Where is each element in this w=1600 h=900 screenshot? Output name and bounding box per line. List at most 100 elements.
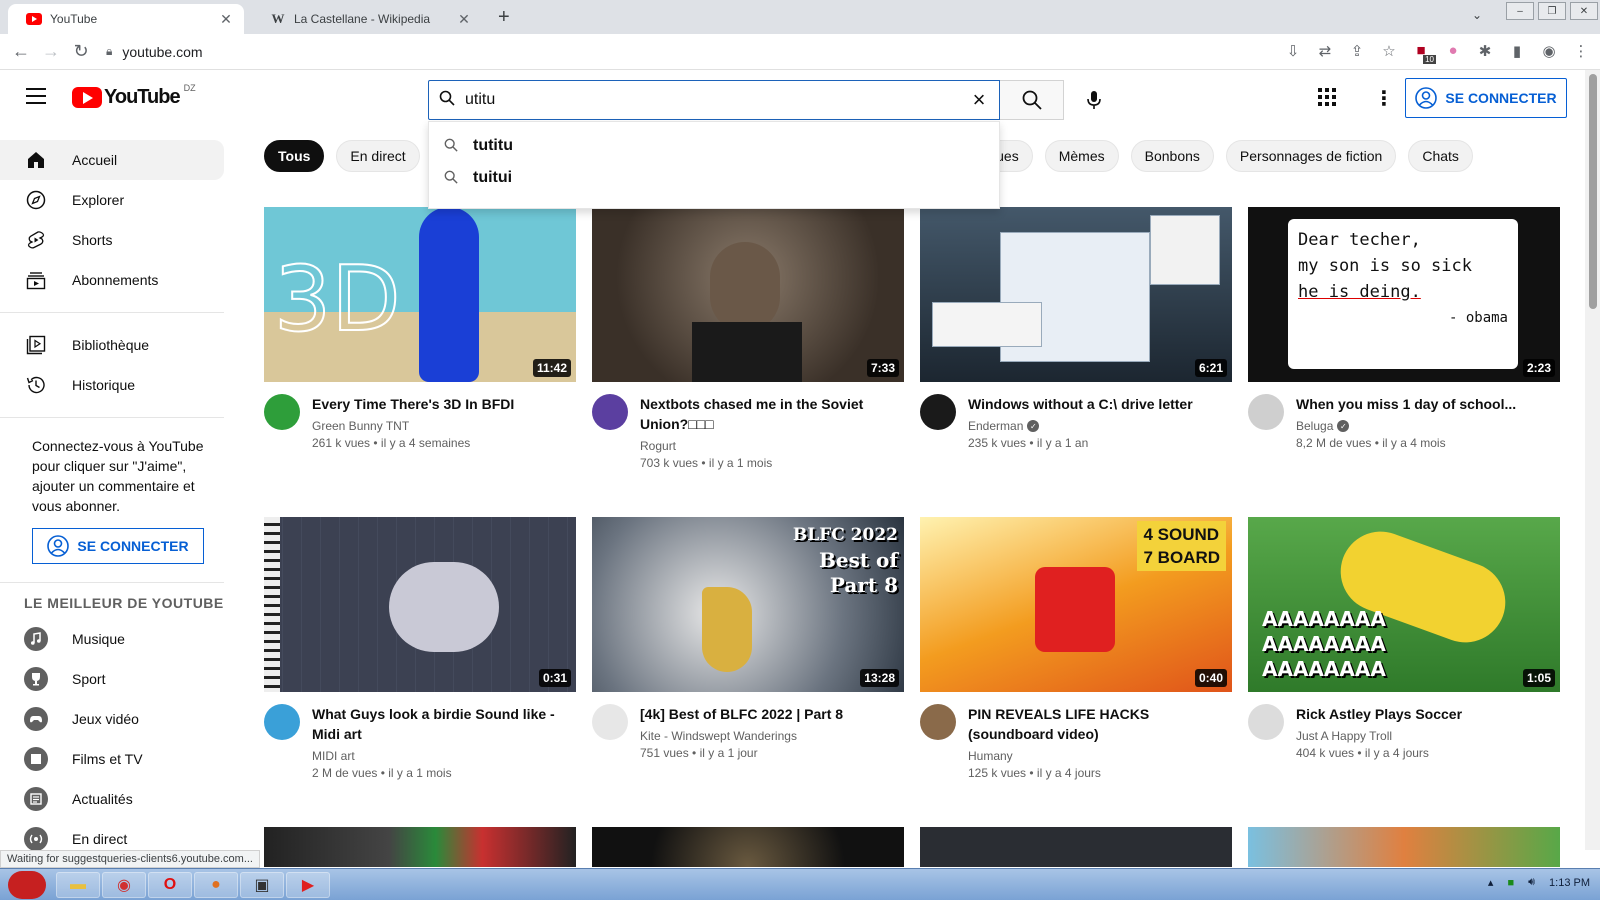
back-icon[interactable]: ← (6, 41, 36, 62)
search-button[interactable] (1000, 80, 1064, 120)
chip-chats[interactable]: Chats (1408, 140, 1473, 172)
channel-avatar[interactable] (264, 394, 300, 430)
side-panel-icon[interactable]: ▮ (1508, 42, 1526, 60)
video-thumbnail[interactable]: 4 SOUND 7 BOARD 0:40 (920, 517, 1232, 692)
install-icon[interactable]: ⇩ (1284, 42, 1302, 60)
restore-icon[interactable]: ❐ (1538, 2, 1566, 20)
video-thumbnail[interactable]: 6:21 (920, 207, 1232, 382)
channel-avatar[interactable] (920, 394, 956, 430)
chip-en-direct[interactable]: En direct (336, 140, 420, 172)
video-card[interactable]: AAAAAAAA AAAAAAAA AAAAAAAA 1:05 Rick Ast… (1248, 517, 1560, 760)
browser-tab-youtube[interactable]: YouTube ✕ (8, 4, 244, 34)
sidebar-item-sport[interactable]: Sport (0, 659, 224, 699)
clock[interactable]: 1:13 PM (1549, 877, 1590, 889)
close-tab-icon[interactable]: ✕ (218, 11, 234, 28)
video-card[interactable]: BLFC 2022 Best of Part 8 13:28 [4k] Best… (592, 517, 904, 760)
scrollbar-thumb[interactable] (1589, 74, 1597, 309)
taskbar-explorer-icon[interactable]: ▬ (56, 872, 100, 898)
browser-tab-wikipedia[interactable]: W La Castellane - Wikipedia ✕ (252, 4, 482, 34)
share-icon[interactable]: ⇪ (1348, 42, 1366, 60)
page-scrollbar[interactable] (1585, 70, 1600, 850)
hamburger-menu-icon[interactable] (26, 88, 46, 104)
taskbar-firefox-icon[interactable]: ● (194, 872, 238, 898)
sidebar-item-historique[interactable]: Historique (0, 365, 224, 405)
video-title[interactable]: What Guys look a birdie Sound like - Mid… (312, 704, 576, 744)
chip-personnages-de-fiction[interactable]: Personnages de fiction (1225, 140, 1397, 172)
video-card[interactable]: 0:31 What Guys look a birdie Sound like … (264, 517, 576, 780)
channel-avatar[interactable] (920, 704, 956, 740)
video-card[interactable]: 4 SOUND 7 BOARD 0:40 PIN REVEALS LIFE HA… (920, 517, 1232, 780)
chip-bonbons[interactable]: Bonbons (1130, 140, 1214, 172)
address-bar[interactable]: 🔒︎ youtube.com (106, 44, 203, 60)
volume-icon[interactable]: 🔊︎ (1528, 876, 1535, 889)
taskbar-chrome-icon[interactable]: ◉ (102, 872, 146, 898)
chip-tous[interactable]: Tous (264, 140, 325, 172)
sidebar-item-musique[interactable]: Musique (0, 619, 224, 659)
settings-kebab-icon[interactable]: ⋮ (1374, 86, 1394, 111)
channel-name[interactable]: MIDI art (312, 749, 576, 763)
sidebar-item-films-tv[interactable]: Films et TV (0, 739, 224, 779)
video-card[interactable]: 3D 11:42 Every Time There's 3D In BFDI G… (264, 207, 576, 450)
video-thumbnail[interactable]: 0:31 (264, 517, 576, 692)
tray-expand-icon[interactable]: ▴ (1488, 876, 1494, 889)
chip-memes[interactable]: Mèmes (1044, 140, 1119, 172)
video-thumbnail[interactable] (592, 827, 904, 867)
suggestion-item[interactable]: tuitui (429, 162, 999, 194)
channel-avatar[interactable] (1248, 394, 1284, 430)
video-thumbnail[interactable]: Dear techer, my son is so sick he is dei… (1248, 207, 1560, 382)
taskbar-opera-icon[interactable]: O (148, 872, 192, 898)
video-card[interactable] (920, 827, 1232, 867)
start-button-icon[interactable] (8, 871, 46, 899)
channel-name[interactable]: Rogurt (640, 439, 904, 453)
video-thumbnail[interactable]: BLFC 2022 Best of Part 8 13:28 (592, 517, 904, 692)
video-card[interactable] (264, 827, 576, 867)
channel-avatar[interactable] (592, 704, 628, 740)
video-title[interactable]: When you miss 1 day of school... (1296, 394, 1560, 414)
sidebar-item-actualites[interactable]: Actualités (0, 779, 224, 819)
tab-search-icon[interactable]: ⌄ (1472, 8, 1482, 22)
translate-icon[interactable]: ⇄ (1316, 42, 1334, 60)
video-title[interactable]: Windows without a C:\ drive letter (968, 394, 1232, 414)
close-tab-icon[interactable]: ✕ (456, 11, 472, 28)
clear-search-icon[interactable]: × (959, 87, 999, 113)
network-icon[interactable]: ■ (1507, 877, 1514, 889)
sidebar-item-bibliotheque[interactable]: Bibliothèque (0, 325, 224, 365)
extension-badge-icon[interactable]: ■ 10 (1412, 42, 1436, 64)
sidebar-item-explorer[interactable]: Explorer (0, 180, 224, 220)
search-box[interactable]: × (428, 80, 1000, 120)
taskbar-recorder-icon[interactable]: ▶ (286, 872, 330, 898)
flag-extension-icon[interactable]: ● (1444, 42, 1462, 60)
channel-name[interactable]: Humany (968, 749, 1232, 763)
video-title[interactable]: Nextbots chased me in the Soviet Union?□… (640, 394, 904, 434)
video-thumbnail[interactable]: 7:33 (592, 207, 904, 382)
sidebar-item-shorts[interactable]: Shorts (0, 220, 224, 260)
video-card[interactable]: 6:21 Windows without a C:\ drive letter … (920, 207, 1232, 450)
sidebar-item-jeux-video[interactable]: Jeux vidéo (0, 699, 224, 739)
video-title[interactable]: Rick Astley Plays Soccer (1296, 704, 1560, 724)
chrome-menu-icon[interactable]: ⋮ (1572, 42, 1590, 60)
video-card[interactable]: 7:33 Nextbots chased me in the Soviet Un… (592, 207, 904, 470)
video-thumbnail[interactable]: AAAAAAAA AAAAAAAA AAAAAAAA 1:05 (1248, 517, 1560, 692)
sidebar-item-accueil[interactable]: Accueil (0, 140, 224, 180)
video-thumbnail[interactable] (920, 827, 1232, 867)
sidebar-sign-in-button[interactable]: SE CONNECTER (32, 528, 204, 564)
video-thumbnail[interactable]: 3D 11:42 (264, 207, 576, 382)
video-card[interactable]: Dear techer, my son is so sick he is dei… (1248, 207, 1560, 450)
video-thumbnail[interactable] (264, 827, 576, 867)
forward-icon[interactable]: → (36, 41, 66, 62)
video-title[interactable]: Every Time There's 3D In BFDI (312, 394, 576, 414)
video-title[interactable]: [4k] Best of BLFC 2022 | Part 8 (640, 704, 904, 724)
channel-name[interactable]: Green Bunny TNT (312, 419, 576, 433)
new-tab-icon[interactable]: + (498, 6, 510, 29)
sign-in-button[interactable]: SE CONNECTER (1405, 78, 1567, 118)
sidebar-item-abonnements[interactable]: Abonnements (0, 260, 224, 300)
voice-search-button[interactable] (1074, 80, 1114, 120)
video-thumbnail[interactable] (1248, 827, 1560, 867)
channel-name[interactable]: Just A Happy Troll (1296, 729, 1560, 743)
channel-name[interactable]: Enderman ✓ (968, 419, 1232, 433)
puzzle-icon[interactable]: ✱ (1476, 42, 1494, 60)
profile-icon[interactable]: ◉ (1540, 42, 1558, 60)
video-card[interactable] (592, 827, 904, 867)
search-input[interactable] (465, 91, 959, 109)
minimize-icon[interactable]: – (1506, 2, 1534, 20)
